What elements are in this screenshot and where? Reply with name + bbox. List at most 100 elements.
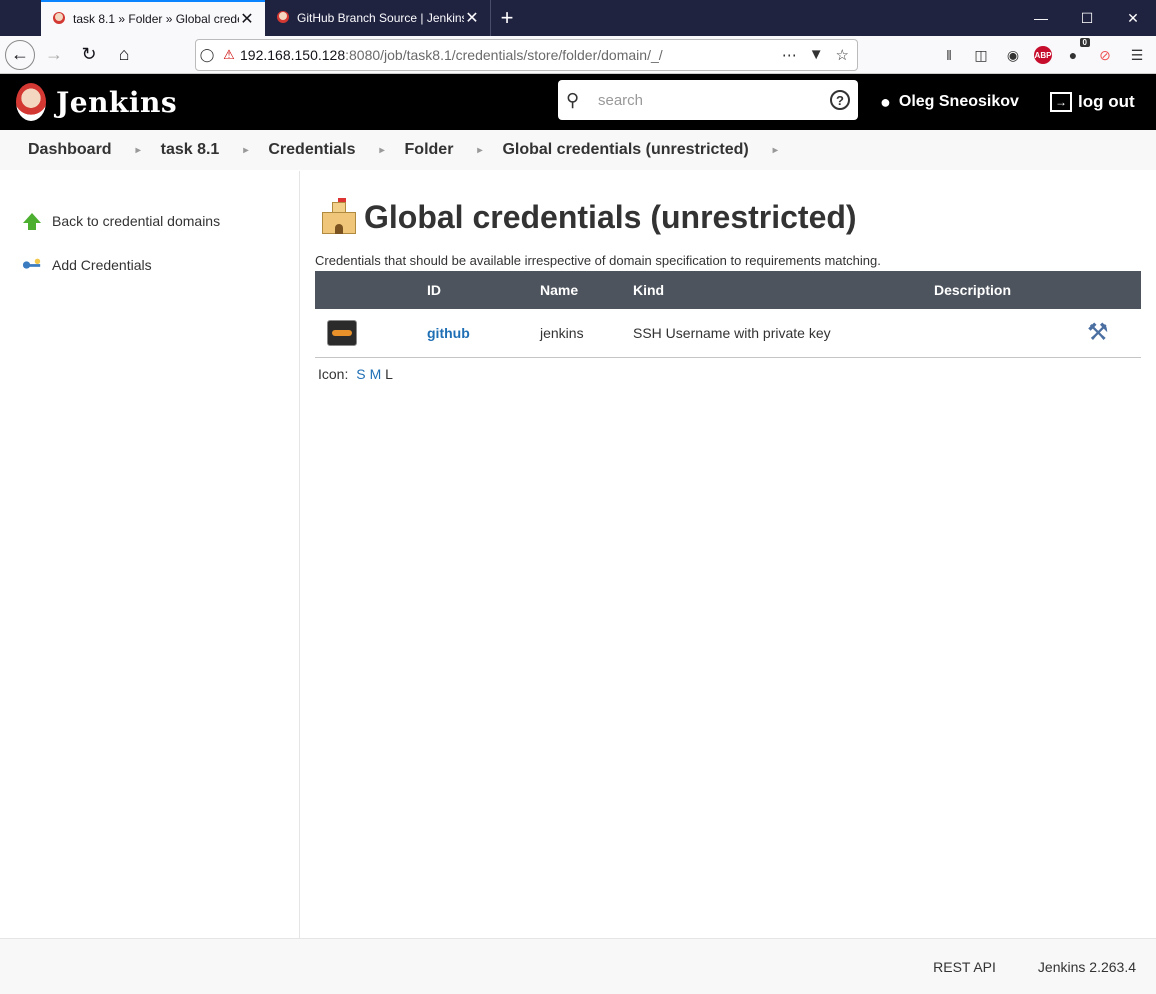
url-actions: ⋯ ▼ ☆ [782, 46, 849, 64]
side-panel: Back to credential domains Add Credentia… [0, 171, 300, 938]
minimize-icon[interactable]: — [1018, 0, 1064, 36]
credential-id-link[interactable]: github [427, 325, 470, 341]
breadcrumb-chevron-icon[interactable]: ▸ [773, 145, 778, 156]
icon-size-selector: Icon: SM L [318, 366, 1156, 382]
castle-icon [320, 198, 358, 236]
new-tab-button[interactable]: + [491, 0, 523, 36]
close-tab-icon[interactable]: ✕ [464, 8, 480, 28]
jenkins-header: Jenkins ⚲ ? ● Oleg Sneosikov → log out [0, 74, 1156, 130]
column-header[interactable]: Kind [633, 271, 934, 309]
side-item-label: Back to credential domains [52, 213, 221, 229]
kind-cell: SSH Username with private key [633, 309, 934, 358]
table-row: github jenkins SSH Username with private… [315, 309, 1141, 358]
blocker-icon[interactable]: ⊘ [1094, 44, 1116, 66]
reload-icon[interactable]: ↻ [73, 39, 105, 71]
wrench-icon[interactable]: ⚒ [1087, 319, 1109, 346]
maximize-icon[interactable]: ☐ [1064, 0, 1110, 36]
url-path: :8080/job/task8.1/credentials/store/fold… [345, 47, 663, 63]
toolbar-icons: ‖ ◫ ◉ ABP ● 0 ⊘ ☰ [938, 36, 1148, 74]
browser-tab-bar: task 8.1 » Folder » Global credentials (… [0, 0, 1156, 36]
rest-api-link[interactable]: REST API [933, 959, 996, 975]
breadcrumb-label[interactable]: Dashboard [28, 141, 112, 159]
breadcrumb-chevron-icon[interactable]: ▸ [380, 145, 385, 156]
breadcrumb-item[interactable]: task 8.1 ▸ [161, 141, 269, 159]
page-heading: Global credentials (unrestricted) [364, 198, 857, 235]
search-icon: ⚲ [566, 89, 580, 110]
logout-icon: → [1050, 92, 1072, 112]
page-description: Credentials that should be available irr… [315, 253, 881, 268]
extension-badge: 0 [1079, 38, 1090, 47]
browser-tab-active[interactable]: task 8.1 » Folder » Global credentials (… [41, 0, 265, 36]
shield-icon[interactable]: ◯ [196, 47, 218, 63]
column-header[interactable]: Name [540, 271, 633, 309]
brand-name: Jenkins [56, 85, 178, 119]
bookmark-star-icon[interactable]: ☆ [836, 46, 849, 64]
browser-nav-bar: ← → ↻ ⌂ ◯ ⚠ 192.168.150.128:8080/job/tas… [0, 36, 1156, 74]
back-to-domains-link[interactable]: Back to credential domains [0, 199, 299, 243]
actions-cell: ⚒ [1081, 309, 1141, 358]
up-arrow-icon [22, 211, 42, 231]
column-header[interactable]: Description [934, 271, 1081, 309]
sidebar-icon[interactable]: ◫ [970, 44, 992, 66]
jenkins-version-link[interactable]: Jenkins 2.263.4 [1038, 959, 1136, 975]
jenkins-favicon-icon [275, 10, 291, 26]
icon-size-small[interactable]: S [356, 366, 365, 382]
pocket-icon[interactable]: ▼ [809, 46, 824, 64]
forward-arrow-icon[interactable]: → [38, 39, 70, 71]
extension-icon[interactable]: ● 0 [1062, 38, 1090, 66]
adblock-icon[interactable]: ABP [1034, 46, 1052, 64]
page-footer: REST API Jenkins 2.263.4 [0, 938, 1156, 994]
window-controls: — ☐ ✕ [1018, 0, 1156, 36]
close-tab-icon[interactable]: ✕ [239, 9, 255, 29]
menu-icon[interactable]: ☰ [1126, 44, 1148, 66]
icon-column-header [315, 271, 427, 309]
close-window-icon[interactable]: ✕ [1110, 0, 1156, 36]
search-input[interactable] [598, 91, 830, 109]
credential-icon-cell [315, 309, 427, 358]
icon-size-label: Icon: [318, 365, 349, 382]
page-layout: Back to credential domains Add Credentia… [0, 171, 1156, 938]
page-title: Global credentials (unrestricted) [315, 197, 1156, 237]
url-host: 192.168.150.128 [240, 47, 346, 63]
table-header-row: ID Name Kind Description [315, 271, 1141, 309]
breadcrumb-chevron-icon[interactable]: ▸ [136, 145, 141, 156]
column-header[interactable]: ID [427, 271, 540, 309]
user-link[interactable]: ● Oleg Sneosikov [880, 74, 1019, 130]
add-credentials-link[interactable]: Add Credentials [0, 243, 299, 287]
home-icon[interactable]: ⌂ [108, 39, 140, 71]
breadcrumb-item[interactable]: Dashboard ▸ [28, 141, 161, 159]
breadcrumb: Dashboard ▸ task 8.1 ▸ Credentials ▸ Folder… [0, 130, 1156, 170]
browser-tab[interactable]: GitHub Branch Source | Jenkins plugin ✕ [265, 0, 491, 36]
url-bar[interactable]: ◯ ⚠ 192.168.150.128:8080/job/task8.1/cre… [195, 39, 858, 71]
side-item-label: Add Credentials [52, 257, 152, 273]
jenkins-butler-icon [16, 83, 46, 121]
key-icon [22, 255, 42, 275]
icon-size-medium[interactable]: M [370, 366, 382, 382]
breadcrumb-item[interactable]: Global credentials (unrestricted) ▸ [502, 141, 797, 159]
back-arrow-icon[interactable]: ← [5, 39, 35, 70]
help-icon[interactable]: ? [830, 90, 850, 110]
breadcrumb-item[interactable]: Credentials ▸ [268, 141, 404, 159]
name-cell: jenkins [540, 309, 633, 358]
breadcrumb-label[interactable]: Credentials [268, 141, 355, 159]
logout-link[interactable]: → log out [1050, 74, 1135, 130]
breadcrumb-chevron-icon[interactable]: ▸ [477, 145, 482, 156]
id-cell: github [427, 309, 540, 358]
user-icon: ● [880, 91, 891, 112]
ssh-key-icon [327, 319, 357, 346]
breadcrumb-chevron-icon[interactable]: ▸ [243, 145, 248, 156]
jenkins-logo[interactable]: Jenkins [16, 83, 177, 121]
logout-label: log out [1078, 92, 1135, 111]
user-name: Oleg Sneosikov [898, 93, 1019, 110]
breadcrumb-item[interactable]: Folder ▸ [405, 141, 503, 159]
library-icon[interactable]: ‖ [938, 44, 960, 66]
breadcrumb-label[interactable]: Folder [405, 141, 454, 159]
breadcrumb-label[interactable]: task 8.1 [161, 141, 220, 159]
breadcrumb-label[interactable]: Global credentials (unrestricted) [502, 141, 748, 159]
search-box: ⚲ ? [558, 80, 858, 120]
tab-title: GitHub Branch Source | Jenkins plugin [297, 11, 464, 25]
insecure-lock-icon[interactable]: ⚠ [218, 47, 240, 63]
account-icon[interactable]: ◉ [1002, 44, 1024, 66]
more-actions-icon[interactable]: ⋯ [782, 46, 797, 64]
jenkins-favicon-icon [51, 11, 67, 27]
